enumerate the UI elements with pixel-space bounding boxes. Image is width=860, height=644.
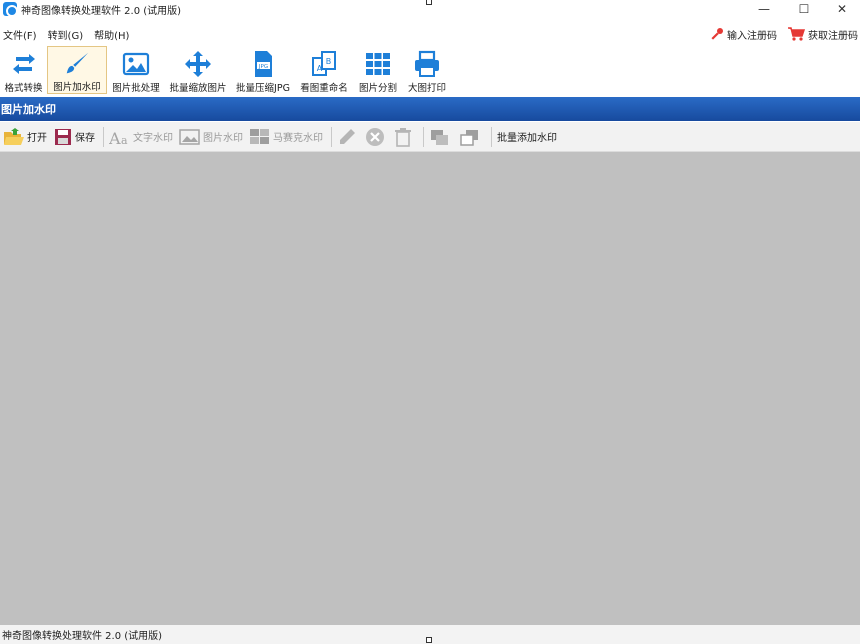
close-button[interactable]: ✕ (824, 0, 860, 18)
mosaic-icon (250, 128, 269, 144)
section-header: 图片加水印 (0, 97, 860, 121)
clear-button[interactable] (393, 127, 415, 147)
svg-text:A: A (317, 64, 323, 73)
layer-back-icon (460, 129, 478, 146)
image-watermark-button[interactable]: 图片水印 (179, 128, 243, 146)
text-watermark-button[interactable]: A a 文字水印 (109, 128, 173, 146)
main-toolbar: 格式转换 图片加水印 图片批处理 批量缩放图片 JPG 批量压缩JPG A B … (0, 46, 860, 96)
svg-text:a: a (121, 134, 128, 146)
batch-add-watermark-button[interactable]: 批量添加水印 (497, 129, 557, 144)
batch-resize-button[interactable]: 批量缩放图片 (165, 46, 231, 94)
delete-button[interactable] (365, 127, 387, 147)
get-register-code-link[interactable]: 获取注册码 (787, 26, 858, 42)
toolbar-separator (103, 126, 104, 147)
image-icon (179, 128, 200, 145)
rename-icon: A B (312, 51, 336, 76)
registration-links: 输入注册码 获取注册码 (700, 24, 858, 44)
menu-bar: 文件(F) 转到(G) 帮助(H) 输入注册码 获取注册码 (0, 24, 860, 44)
batch-process-button[interactable]: 图片批处理 (107, 46, 165, 94)
pencil-icon (340, 128, 355, 144)
save-label: 保存 (75, 133, 95, 144)
image-split-label: 图片分割 (358, 83, 397, 94)
menu-help[interactable]: 帮助(H) (90, 27, 136, 42)
image-split-button[interactable]: 图片分割 (353, 46, 403, 94)
open-button[interactable]: 打开 (3, 127, 47, 147)
mosaic-watermark-label: 马赛克水印 (273, 133, 323, 144)
format-convert-label: 格式转换 (4, 83, 43, 94)
menu-file[interactable]: 文件(F) (0, 27, 44, 42)
mosaic-watermark-button[interactable]: 马赛克水印 (249, 128, 323, 146)
text-font-icon: A a (109, 129, 128, 146)
jpg-file-icon: JPG (255, 51, 272, 77)
grid-split-icon (366, 53, 390, 75)
move-arrows-icon (185, 51, 211, 77)
folder-open-icon (4, 127, 24, 145)
resize-handle-bottom[interactable] (426, 637, 432, 643)
layer-front-icon (431, 129, 448, 145)
image-watermark-label: 图片水印 (203, 133, 243, 144)
batch-compress-jpg-button[interactable]: JPG 批量压缩JPG (231, 46, 295, 94)
toolbar-separator (331, 126, 332, 147)
enter-register-code-label: 输入注册码 (727, 30, 777, 42)
add-watermark-button[interactable]: 图片加水印 (47, 46, 107, 94)
section-title: 图片加水印 (1, 103, 56, 116)
batch-resize-label: 批量缩放图片 (169, 83, 227, 94)
toolbar-separator (423, 126, 424, 147)
floppy-disk-icon (55, 128, 71, 145)
minimize-button[interactable]: — (744, 0, 784, 18)
batch-process-label: 图片批处理 (112, 83, 160, 94)
rename-label: 看图重命名 (300, 83, 348, 94)
close-circle-icon (366, 127, 384, 146)
rename-button[interactable]: A B 看图重命名 (295, 46, 353, 94)
get-register-code-label: 获取注册码 (808, 30, 858, 42)
enter-register-code-link[interactable]: 输入注册码 (710, 27, 777, 42)
shopping-cart-icon (788, 27, 805, 41)
text-watermark-label: 文字水印 (133, 133, 173, 144)
edit-button[interactable] (337, 127, 359, 147)
image-canvas-area[interactable] (0, 152, 860, 625)
toolbar-separator (491, 126, 492, 147)
printer-icon (415, 50, 439, 77)
resize-handle-top[interactable] (426, 0, 432, 5)
batch-compress-jpg-label: 批量压缩JPG (236, 83, 290, 94)
trash-icon (395, 127, 411, 147)
large-print-label: 大图打印 (407, 83, 446, 94)
bring-front-button[interactable] (429, 127, 453, 147)
svg-text:JPG: JPG (258, 64, 268, 70)
status-text: 神奇图像转换处理软件 2.0 (试用版) (2, 631, 163, 642)
convert-icon (12, 54, 35, 74)
key-icon (711, 28, 723, 40)
format-convert-button[interactable]: 格式转换 (0, 46, 47, 94)
app-logo-icon (3, 2, 18, 17)
window-controls: — ☐ ✕ (744, 0, 860, 18)
large-print-button[interactable]: 大图打印 (403, 46, 451, 94)
save-button[interactable]: 保存 (53, 128, 95, 146)
window-title: 神奇图像转换处理软件 2.0 (试用版) (21, 5, 182, 17)
add-watermark-label: 图片加水印 (53, 82, 101, 93)
watermark-toolbar: 打开 保存 A a 文字水印 图片水印 马赛克水印 批量添加水印 (0, 122, 860, 152)
svg-text:B: B (326, 57, 332, 66)
maximize-button[interactable]: ☐ (784, 0, 824, 18)
svg-text:A: A (109, 129, 121, 146)
picture-icon (122, 52, 150, 76)
open-label: 打开 (27, 133, 47, 144)
send-back-button[interactable] (459, 127, 483, 147)
menu-goto[interactable]: 转到(G) (44, 27, 91, 42)
brush-icon (66, 52, 89, 74)
